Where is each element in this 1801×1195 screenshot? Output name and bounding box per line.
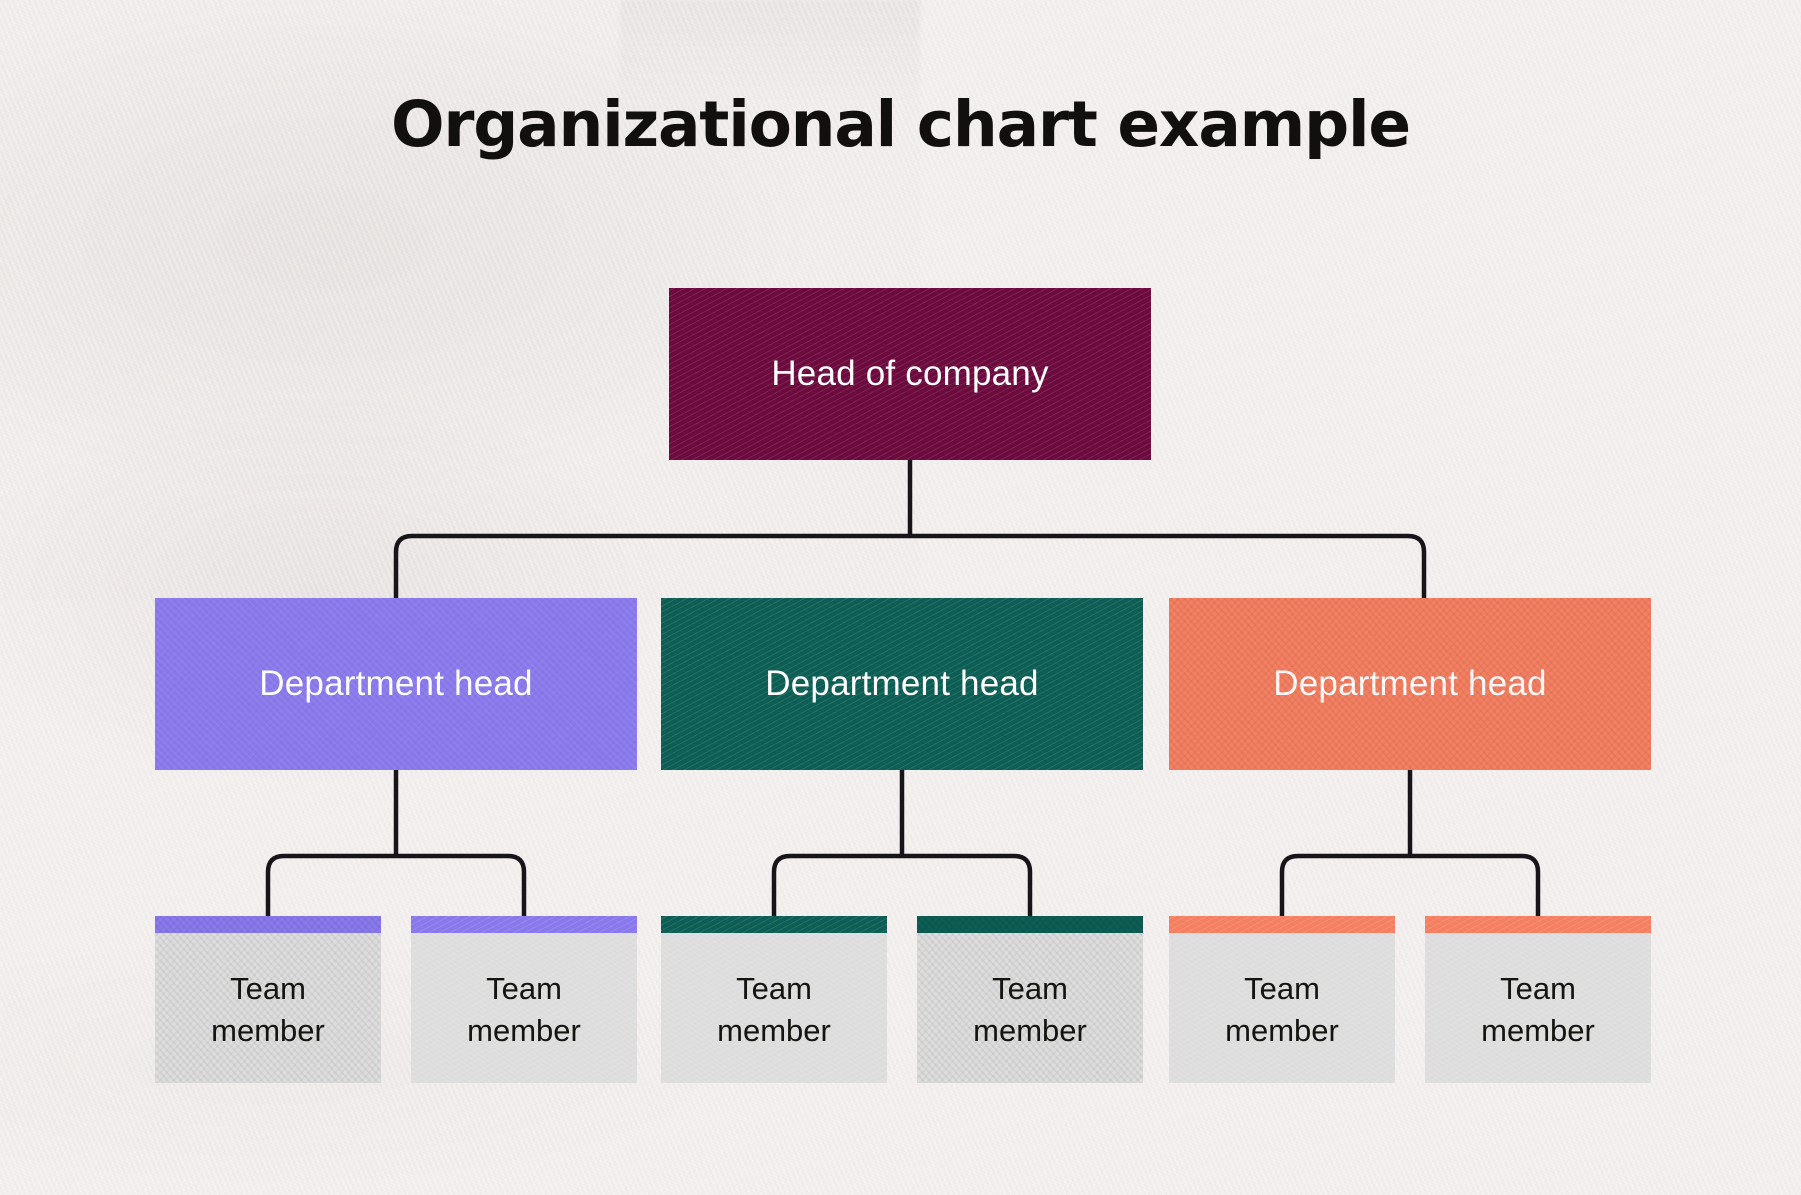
- node-label-line2: member: [717, 1012, 831, 1048]
- node-accent-bar: [411, 916, 637, 933]
- node-label-line1: Team: [992, 971, 1068, 1007]
- node-label: Department head: [1273, 664, 1547, 703]
- node-label-line1: Team: [1244, 971, 1320, 1007]
- node-label-line1: Team: [486, 971, 562, 1007]
- connector-dept3-bus: [1279, 853, 1541, 916]
- node-label-line2: member: [467, 1012, 581, 1048]
- node-accent-bar: [661, 916, 887, 933]
- node-head-of-company[interactable]: Head of company: [669, 288, 1151, 460]
- chart-canvas: Organizational chart example Head of com…: [0, 0, 1801, 1195]
- node-team-member-3[interactable]: Team member: [661, 916, 887, 1083]
- node-label-line2: member: [1225, 1012, 1339, 1048]
- node-accent-bar: [155, 916, 381, 933]
- node-team-member-5[interactable]: Team member: [1169, 916, 1395, 1083]
- node-label-line1: Team: [1500, 971, 1576, 1007]
- node-label-line2: member: [973, 1012, 1087, 1048]
- node-label: Head of company: [771, 354, 1049, 393]
- connector-dept1-bus: [265, 853, 527, 916]
- connector-level1-bus: [393, 533, 1427, 598]
- node-label-line1: Team: [230, 971, 306, 1007]
- node-label: Department head: [765, 664, 1039, 703]
- node-department-head-2[interactable]: Department head: [661, 598, 1143, 770]
- node-accent-bar: [1425, 916, 1651, 933]
- page-title: Organizational chart example: [391, 88, 1411, 161]
- node-team-member-6[interactable]: Team member: [1425, 916, 1651, 1083]
- node-team-member-4[interactable]: Team member: [917, 916, 1143, 1083]
- node-department-head-1[interactable]: Department head: [155, 598, 637, 770]
- node-label-line1: Team: [736, 971, 812, 1007]
- connector-dept2-bus: [771, 853, 1033, 916]
- node-accent-bar: [1169, 916, 1395, 933]
- node-label: Department head: [259, 664, 533, 703]
- node-label-line2: member: [211, 1012, 325, 1048]
- node-team-member-1[interactable]: Team member: [155, 916, 381, 1083]
- node-label-line2: member: [1481, 1012, 1595, 1048]
- node-team-member-2[interactable]: Team member: [411, 916, 637, 1083]
- node-accent-bar: [917, 916, 1143, 933]
- node-department-head-3[interactable]: Department head: [1169, 598, 1651, 770]
